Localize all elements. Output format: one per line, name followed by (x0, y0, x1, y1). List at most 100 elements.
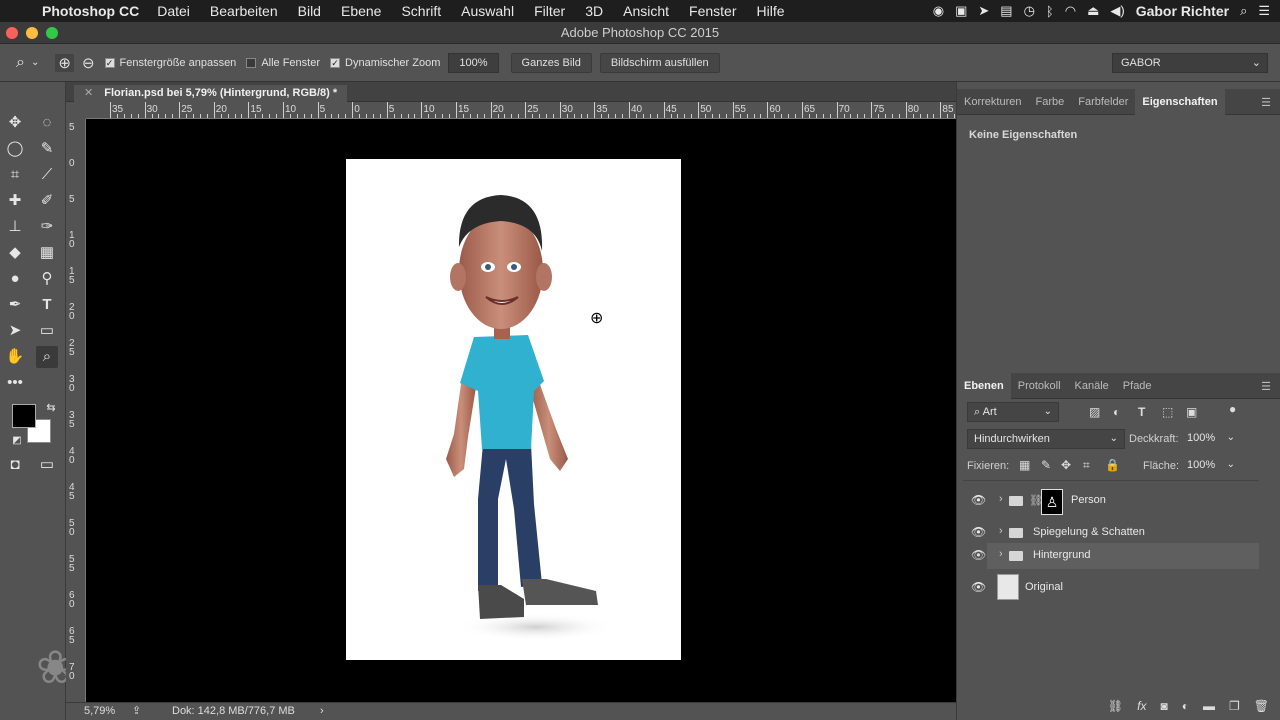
quick-mask-icon[interactable]: ◘ (4, 454, 26, 476)
quick-selection-tool-icon[interactable]: ✎ (36, 138, 58, 160)
zoom-out-icon[interactable]: ⊖ (82, 54, 95, 72)
status-menu-arrow-icon[interactable]: › (320, 705, 324, 717)
panel-menu-icon[interactable]: ☰ (1261, 96, 1271, 109)
adjustment-layer-icon[interactable]: ◐ (1182, 699, 1189, 713)
foreground-color-swatch-front[interactable] (12, 404, 36, 428)
new-layer-icon[interactable]: ❐ (1229, 699, 1240, 713)
volume-icon[interactable]: ◀) (1110, 3, 1124, 19)
vertical-ruler[interactable]: 50510152025303540455055606570 (66, 119, 86, 702)
menu-ansicht[interactable]: Ansicht (623, 3, 669, 19)
zoom-tool-preset-icon[interactable]: ⌕ (16, 54, 25, 72)
path-selection-tool-icon[interactable]: ➤ (4, 320, 26, 342)
opacity-field[interactable]: 100% ⌄ (1181, 429, 1241, 449)
zoom-percent-field[interactable]: 100% (448, 52, 499, 73)
filter-type-icon[interactable]: T (1138, 405, 1145, 419)
smart-object-thumbnail[interactable] (997, 574, 1019, 600)
add-mask-icon[interactable]: ◙ (1161, 699, 1168, 713)
marquee-tool-icon[interactable]: ◌ (36, 112, 58, 134)
tab-korrekturen[interactable]: Korrekturen (957, 89, 1028, 115)
eye-icon[interactable]: 👁 (971, 580, 986, 594)
chevron-down-icon[interactable]: ⌄ (31, 57, 39, 68)
record-icon[interactable]: ◉ (933, 3, 944, 19)
eye-icon[interactable]: 👁 (971, 493, 986, 507)
menu-filter[interactable]: Filter (534, 3, 565, 19)
menu-bild[interactable]: Bild (298, 3, 321, 19)
zoom-tool-icon[interactable]: ⌕ (36, 346, 58, 368)
blur-tool-icon[interactable]: ● (4, 268, 26, 290)
spotlight-icon[interactable]: ⌕ (1240, 3, 1247, 19)
type-tool-icon[interactable]: T (36, 294, 58, 316)
move-tool-icon[interactable]: ✥ (4, 112, 26, 134)
layer-row-person[interactable]: 👁 › ⛓ ♙ Person (963, 488, 1259, 516)
ruler-corner[interactable] (66, 102, 86, 119)
eject-icon[interactable]: ⏏ (1087, 3, 1099, 19)
filter-pixel-icon[interactable]: ▨ (1089, 405, 1100, 419)
chevron-right-icon[interactable]: › (999, 493, 1003, 505)
tab-protokoll[interactable]: Protokoll (1011, 373, 1068, 399)
zoom-level[interactable]: 5,79% (84, 705, 115, 717)
menu-3d[interactable]: 3D (585, 3, 603, 19)
tab-ebenen[interactable]: Ebenen (957, 372, 1011, 399)
chevron-right-icon[interactable]: › (999, 525, 1003, 537)
time-machine-icon[interactable]: ◷ (1024, 3, 1035, 19)
layer-filter-select[interactable]: ⌕ Art ⌄ (967, 402, 1059, 422)
user-name[interactable]: Gabor Richter (1136, 3, 1229, 19)
display-icon[interactable]: ▤ (1000, 3, 1012, 19)
tab-farbfelder[interactable]: Farbfelder (1071, 89, 1135, 115)
default-colors-icon[interactable]: ◩ (6, 430, 28, 452)
panel-menu-icon[interactable]: ☰ (1261, 380, 1271, 393)
eyedropper-tool-icon[interactable]: ⟋ (36, 164, 58, 186)
share-icon[interactable]: ⇪ (132, 704, 141, 717)
lock-artboard-icon[interactable]: ⌗ (1083, 458, 1090, 473)
workspace-select[interactable]: GABOR ⌄ (1112, 53, 1268, 73)
filter-toggle-icon[interactable]: ● (1229, 402, 1236, 416)
filter-adjustment-icon[interactable]: ◐ (1113, 405, 1120, 419)
filter-shape-icon[interactable]: ⬚ (1162, 405, 1173, 419)
rectangle-tool-icon[interactable]: ▭ (36, 320, 58, 342)
menu-bearbeiten[interactable]: Bearbeiten (210, 3, 278, 19)
fit-window-option[interactable]: ✓ Fenstergröße anpassen (95, 57, 236, 69)
brush-tool-icon[interactable]: ✐ (36, 190, 58, 212)
crop-tool-icon[interactable]: ⌗ (4, 164, 26, 186)
lasso-tool-icon[interactable]: ◯ (4, 138, 26, 160)
close-window-button[interactable] (6, 27, 18, 39)
tab-kanaele[interactable]: Kanäle (1068, 373, 1116, 399)
document-tab[interactable]: ✕ Florian.psd bei 5,79% (Hintergrund, RG… (74, 85, 348, 102)
history-brush-tool-icon[interactable]: ✑ (36, 216, 58, 238)
menu-hilfe[interactable]: Hilfe (757, 3, 785, 19)
horizontal-ruler[interactable]: 35 30 25 20 15 10 5 0 5 10 15 20 25 30 35 40 45 50 55 60 65 7… (86, 102, 962, 119)
fx-icon[interactable]: fx (1137, 699, 1146, 713)
tab-eigenschaften[interactable]: Eigenschaften (1135, 88, 1225, 115)
eye-icon[interactable]: 👁 (971, 525, 986, 539)
chevron-right-icon[interactable]: › (999, 548, 1003, 560)
lock-all-icon[interactable]: 🔒 (1105, 458, 1120, 472)
notifications-icon[interactable]: ☰ (1258, 3, 1270, 19)
zoom-window-button[interactable] (46, 27, 58, 39)
wifi-icon[interactable]: ◠ (1065, 3, 1076, 19)
arrow-icon[interactable]: ➤ (978, 3, 989, 19)
eye-icon[interactable]: 👁 (971, 548, 986, 562)
menu-datei[interactable]: Datei (157, 3, 190, 19)
layer-row-background[interactable]: › Hintergrund (987, 543, 1259, 569)
layer-row-original[interactable]: 👁 Original (963, 572, 1259, 602)
fill-field[interactable]: 100% ⌄ (1181, 456, 1241, 476)
dodge-tool-icon[interactable]: ⚲ (36, 268, 58, 290)
all-windows-checkbox[interactable] (246, 57, 257, 68)
blend-mode-select[interactable]: Hindurchwirken ⌄ (967, 429, 1125, 449)
fit-window-checkbox[interactable]: ✓ (104, 57, 115, 68)
minimize-window-button[interactable] (26, 27, 38, 39)
new-group-icon[interactable]: ▬ (1203, 699, 1215, 713)
hand-tool-icon[interactable]: ✋ (4, 346, 26, 368)
fill-screen-button[interactable]: Bildschirm ausfüllen (599, 52, 720, 73)
whole-image-button[interactable]: Ganzes Bild (510, 52, 592, 73)
menu-app-name[interactable]: Photoshop CC (42, 3, 139, 19)
clone-stamp-tool-icon[interactable]: ⊥ (4, 216, 26, 238)
screen-mode-icon[interactable]: ▭ (36, 454, 58, 476)
more-tools-icon[interactable]: ••• (4, 372, 26, 394)
menu-ebene[interactable]: Ebene (341, 3, 381, 19)
image-canvas[interactable] (346, 159, 681, 660)
delete-layer-icon[interactable]: 🗑 (1254, 699, 1269, 713)
healing-brush-tool-icon[interactable]: ✚ (4, 190, 26, 212)
filter-smart-object-icon[interactable]: ▣ (1186, 405, 1197, 419)
close-tab-icon[interactable]: ✕ (84, 87, 93, 99)
